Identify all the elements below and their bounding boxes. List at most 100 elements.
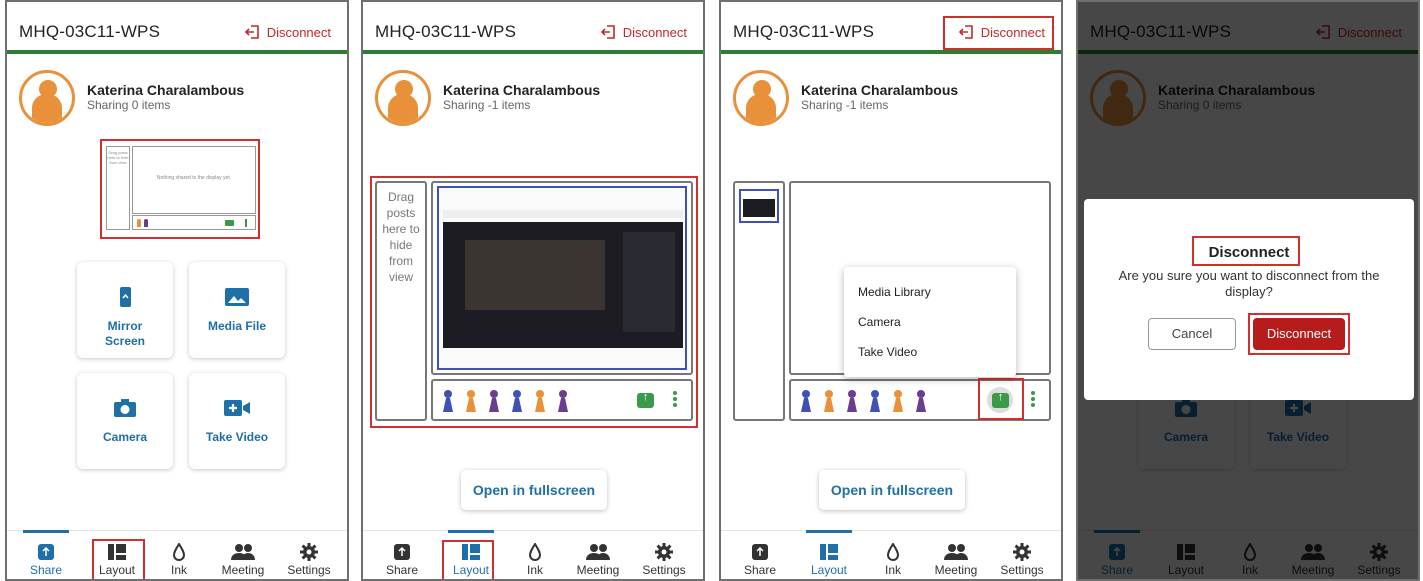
app-header: MHQ-03C11-WPS Disconnect [7,2,347,54]
bottom-tab-bar: Share Layout Ink Meeting Settings [7,530,347,579]
tab-settings-label: Settings [642,563,686,577]
mini-participant-bar [132,215,256,230]
tab-settings[interactable]: Settings [636,537,692,577]
video-camera-icon [224,400,250,416]
device-title: MHQ-03C11-WPS [375,22,517,41]
mirror-screen-tile[interactable]: Mirror Screen [77,262,173,358]
tab-share-label: Share [385,563,419,577]
display-canvas[interactable] [431,181,693,375]
open-fullscreen-button[interactable]: Open in fullscreen [461,470,607,510]
hidden-posts-column[interactable] [733,181,785,421]
media-file-tile[interactable]: Media File [189,262,285,358]
phone-upload-menu-screen: MHQ-03C11-WPS Disconnect Katerina Charal… [719,0,1063,581]
kebab-menu-icon[interactable] [1031,391,1035,409]
device-title: MHQ-03C11-WPS [19,22,161,41]
mini-empty-text: Nothing shared to the display yet. [156,175,232,181]
upload-icon [38,544,54,560]
kebab-menu-icon[interactable] [673,391,677,409]
hidden-posts-column[interactable]: Drag posts here to hide from view [375,181,427,421]
drag-hint: Drag posts here to hide from view [382,190,420,284]
tab-meeting-label: Meeting [221,563,265,577]
device-title: MHQ-03C11-WPS [733,22,875,41]
bottom-tab-bar: Share Layout Ink Meeting Settings [721,530,1061,579]
disconnect-label: Disconnect [622,24,687,40]
tab-share[interactable]: Share [374,537,430,577]
avatar [375,70,431,126]
ink-drop-icon [887,543,899,561]
tab-meeting-label: Meeting [934,563,978,577]
disconnect-button[interactable]: Disconnect [600,24,687,40]
active-tab-indicator [448,530,494,533]
user-name: Katerina Charalambous [801,82,959,98]
phone-layout-screen: MHQ-03C11-WPS Disconnect Katerina Charal… [361,0,705,581]
gear-icon [300,543,318,561]
take-video-tile[interactable]: Take Video [189,373,285,469]
tab-meeting[interactable]: Meeting [928,537,984,577]
upload-icon [394,544,410,560]
ink-drop-icon [529,543,541,561]
annotation-box [92,539,145,579]
sharing-count: Sharing -1 items [443,98,531,112]
shared-post[interactable] [437,186,687,370]
post-browser-bar [443,210,683,218]
camera-icon [114,399,136,417]
tab-layout[interactable]: Layout [801,537,857,577]
tab-ink[interactable]: Ink [865,537,921,577]
active-tab-indicator [806,530,852,533]
upload-icon [752,544,768,560]
disconnect-dialog: Disconnect Are you sure you want to disc… [1084,199,1414,400]
avatar [19,70,75,126]
disconnect-label: Disconnect [266,24,331,40]
avatar [733,70,789,126]
tab-ink[interactable]: Ink [507,537,563,577]
people-icon [944,544,968,560]
tab-meeting[interactable]: Meeting [570,537,626,577]
gear-icon [655,543,673,561]
take-video-label: Take Video [205,430,269,444]
tab-share[interactable]: Share [18,537,74,577]
active-tab-indicator [23,530,69,533]
tab-share-label: Share [743,563,777,577]
hidden-post-thumb[interactable] [739,189,779,223]
mini-display-preview[interactable]: Drag posts here to hide from view Nothin… [104,142,259,234]
post-screenshot [443,222,683,348]
participant-pawns [801,390,926,412]
camera-label: Camera [102,430,148,444]
menu-item-media-library[interactable]: Media Library [858,285,931,299]
disconnect-button[interactable]: Disconnect [244,24,331,40]
annotation-box [943,16,1054,50]
tab-ink-label: Ink [170,563,187,577]
screenshot-row: MHQ-03C11-WPS Disconnect Katerina Charal… [0,0,1423,581]
cancel-button[interactable]: Cancel [1148,318,1236,350]
sharing-count: Sharing -1 items [801,98,889,112]
mini-hidden-column: Drag posts here to hide from view [106,146,130,230]
people-icon [586,544,610,560]
phone-disconnect-dialog-screen: MHQ-03C11-WPS Disconnect Katerina Charal… [1076,0,1420,581]
tab-ink-label: Ink [526,563,543,577]
app-header: MHQ-03C11-WPS Disconnect [363,2,703,54]
upload-button[interactable] [637,391,654,408]
menu-item-camera[interactable]: Camera [858,315,901,329]
open-fullscreen-button[interactable]: Open in fullscreen [819,470,965,510]
mini-drag-text: Drag posts here to hide from view [107,150,129,165]
menu-item-take-video[interactable]: Take Video [858,345,917,359]
tab-settings-label: Settings [1000,563,1044,577]
tab-share-label: Share [29,563,63,577]
tab-meeting[interactable]: Meeting [215,537,271,577]
tab-layout-label: Layout [810,563,848,577]
tab-settings[interactable]: Settings [281,537,337,577]
post-video-frame [465,240,605,310]
upload-menu: Media Library Camera Take Video [844,267,1016,377]
people-icon [231,544,255,560]
tab-ink[interactable]: Ink [151,537,207,577]
logout-icon [600,25,615,39]
ink-drop-icon [173,543,185,561]
tab-share[interactable]: Share [732,537,788,577]
tab-ink-label: Ink [884,563,901,577]
tab-settings[interactable]: Settings [994,537,1050,577]
participant-bar [431,379,693,421]
camera-tile[interactable]: Camera [77,373,173,469]
sharing-count: Sharing 0 items [87,98,171,112]
annotation-box [442,540,494,579]
user-name: Katerina Charalambous [443,82,601,98]
